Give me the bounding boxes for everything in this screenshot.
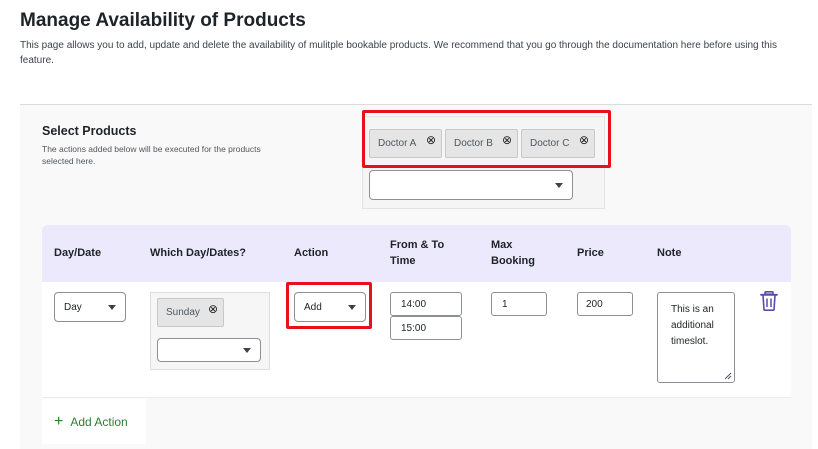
- select-products-title: Select Products: [42, 124, 137, 138]
- action-highlight-box: [286, 282, 372, 329]
- column-header-action: Action: [294, 247, 329, 259]
- day-date-value: Day: [64, 301, 82, 313]
- resize-handle-icon[interactable]: [724, 372, 732, 380]
- column-header-max-booking: Max Booking: [491, 239, 535, 267]
- products-highlight-box: [362, 110, 611, 168]
- add-action-label: Add Action: [70, 414, 128, 429]
- which-days-dropdown[interactable]: [157, 338, 261, 362]
- to-time-input[interactable]: 15:00: [390, 316, 462, 340]
- page-description: This page allows you to add, update and …: [20, 40, 777, 66]
- trash-icon[interactable]: [760, 291, 778, 311]
- day-tag-label: Sunday: [166, 307, 200, 318]
- column-header-from-to-time: From & To Time: [390, 239, 445, 267]
- remove-tag-icon[interactable]: ⊗: [208, 302, 218, 316]
- plus-icon: +: [54, 412, 64, 430]
- chevron-down-icon: [108, 305, 116, 310]
- max-booking-input[interactable]: 1: [491, 292, 547, 316]
- column-header-day-date: Day/Date: [54, 247, 102, 259]
- select-products-help: The actions added below will be executed…: [42, 144, 261, 166]
- day-tag-sunday[interactable]: Sunday ⊗: [157, 298, 224, 327]
- product-select-dropdown[interactable]: [369, 170, 573, 200]
- from-time-input[interactable]: 14:00: [390, 292, 462, 316]
- add-action-button[interactable]: + Add Action: [42, 399, 146, 444]
- column-header-note: Note: [657, 247, 682, 259]
- column-header-price: Price: [577, 247, 604, 259]
- page-title: Manage Availability of Products: [20, 10, 306, 31]
- note-textarea[interactable]: This is an additional timeslot.: [657, 292, 735, 383]
- column-header-which-days: Which Day/Dates?: [150, 247, 246, 259]
- chevron-down-icon: [555, 183, 563, 188]
- chevron-down-icon: [243, 348, 251, 353]
- price-input[interactable]: 200: [577, 292, 633, 316]
- day-date-select[interactable]: Day: [54, 292, 126, 322]
- note-text: This is an additional timeslot.: [671, 304, 714, 347]
